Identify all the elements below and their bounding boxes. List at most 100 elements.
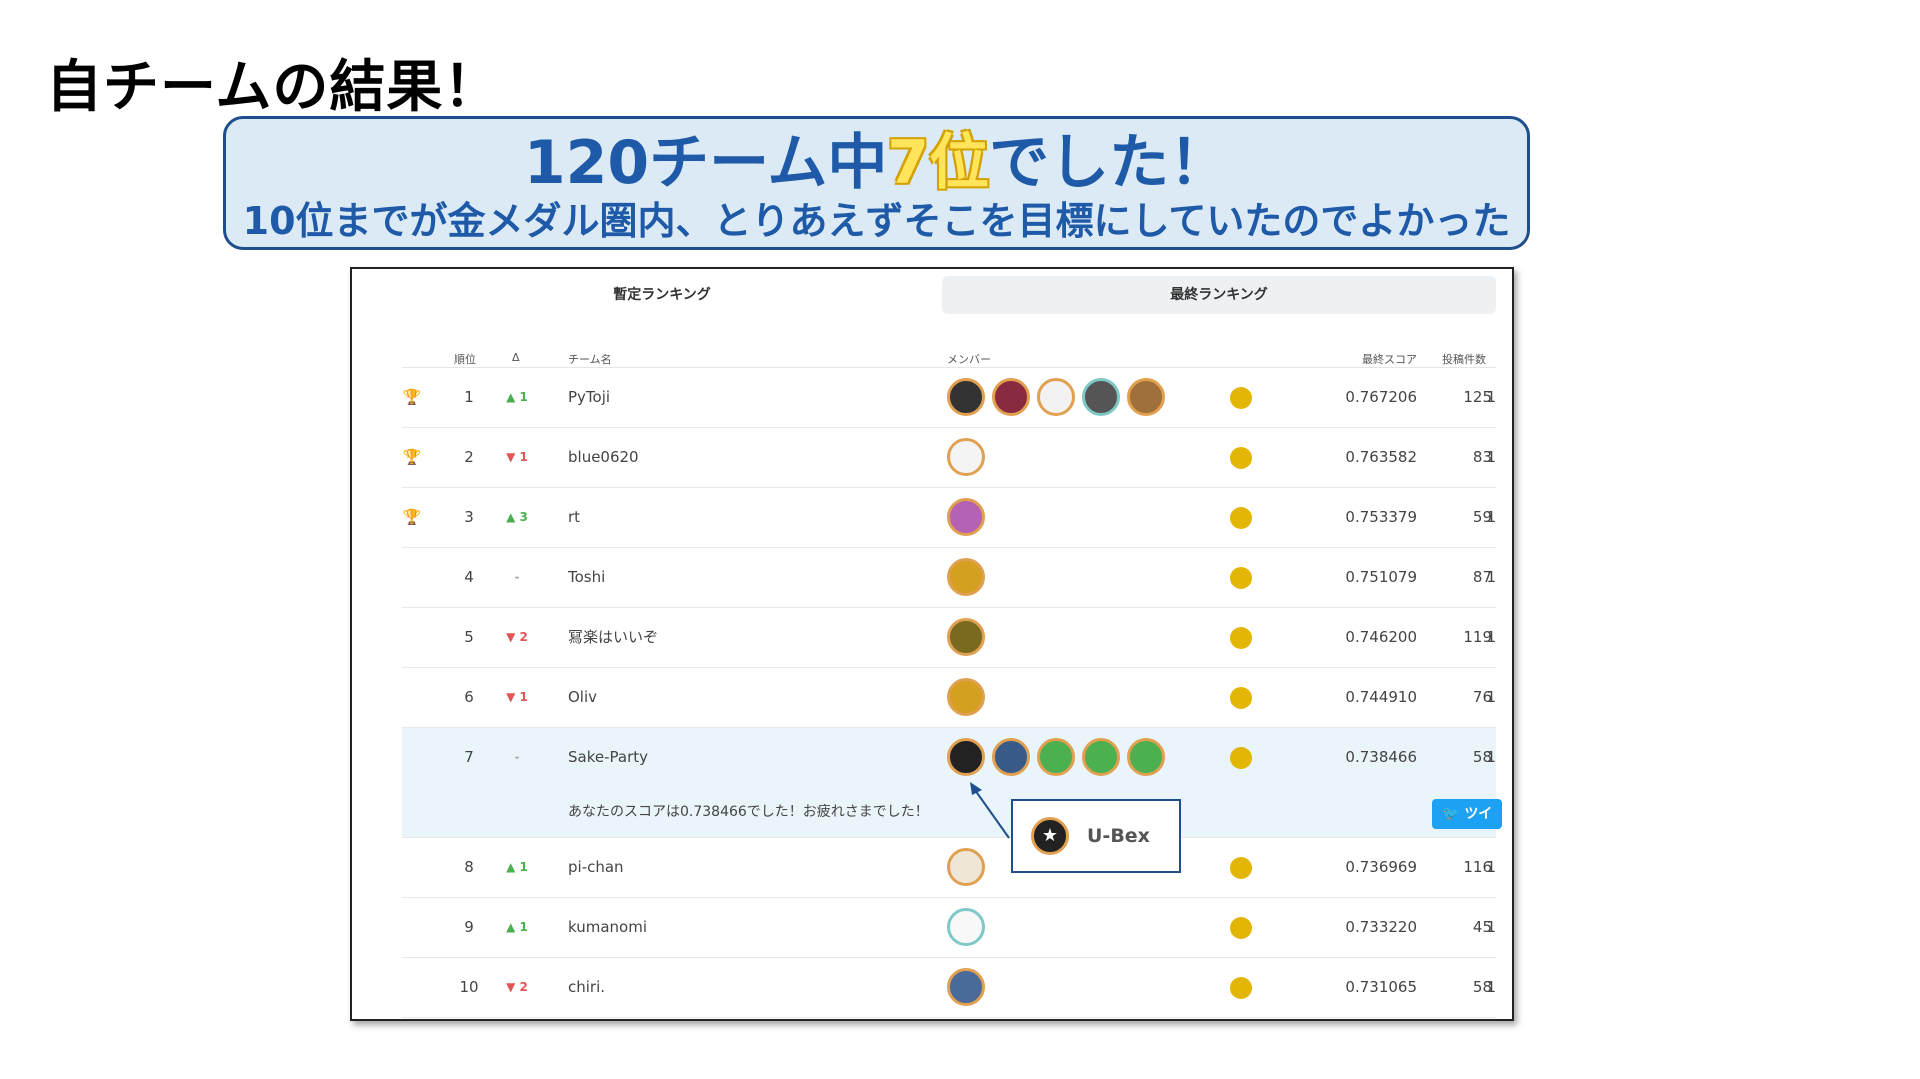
avatar[interactable] — [947, 558, 985, 596]
avatar[interactable] — [947, 618, 985, 656]
avatar[interactable] — [1082, 738, 1120, 776]
member-avatars — [947, 438, 985, 476]
avatar[interactable] — [1037, 378, 1075, 416]
gold-medal-icon — [1230, 917, 1252, 939]
score-cell: 0.763582 — [1345, 448, 1417, 466]
rank-cell: 8 — [464, 858, 474, 876]
gold-medal-icon — [1230, 447, 1252, 469]
member-avatars — [947, 738, 1165, 776]
trophy-icon: 🏆 — [402, 388, 422, 406]
team-name[interactable]: chiri. — [568, 958, 605, 1017]
delta-cell: ▲ 3 — [506, 510, 528, 524]
avatar[interactable] — [1127, 378, 1165, 416]
avatar[interactable] — [947, 908, 985, 946]
extra-cell: 1 — [1486, 568, 1496, 586]
extra-cell: 1 — [1486, 978, 1496, 996]
avatar[interactable] — [947, 848, 985, 886]
team-name[interactable]: Sake-Party — [568, 728, 648, 787]
score-cell: 0.746200 — [1345, 628, 1417, 646]
score-cell: 0.751079 — [1345, 568, 1417, 586]
score-cell: 0.767206 — [1345, 388, 1417, 406]
table-row[interactable]: 10 ▼ 2 chiri. 0.731065 58 1 — [402, 958, 1496, 1018]
avatar[interactable] — [1082, 378, 1120, 416]
member-avatars — [947, 908, 985, 946]
table-row[interactable]: 5 ▼ 2 冩楽はいいぞ 0.746200 119 1 — [402, 608, 1496, 668]
rank-cell: 2 — [464, 448, 474, 466]
banner-headline: 120チーム中7位でした！ — [226, 127, 1527, 199]
twitter-icon: 🐦 — [1442, 806, 1465, 822]
header-members: メンバー — [947, 353, 991, 366]
rank-cell: 6 — [464, 688, 474, 706]
banner-prefix: 120チーム中 — [523, 128, 888, 198]
score-cell: 0.753379 — [1345, 508, 1417, 526]
gold-medal-icon — [1230, 627, 1252, 649]
avatar[interactable] — [992, 738, 1030, 776]
table-header: 順位 Δ チーム名 メンバー 最終スコア 投稿件数 — [402, 349, 1496, 368]
table-row[interactable]: 🏆 3 ▲ 3 rt 0.753379 59 1 — [402, 488, 1496, 548]
avatar[interactable] — [947, 678, 985, 716]
gold-medal-icon — [1230, 567, 1252, 589]
delta-cell: ▲ 1 — [506, 390, 528, 404]
extra-cell: 1 — [1486, 918, 1496, 936]
ranking-tabs: 暫定ランキング 最終ランキング — [402, 276, 1496, 314]
avatar[interactable] — [947, 378, 985, 416]
extra-cell: 1 — [1486, 628, 1496, 646]
team-name[interactable]: Oliv — [568, 668, 597, 727]
team-name[interactable]: rt — [568, 488, 580, 547]
gold-medal-icon — [1230, 387, 1252, 409]
extra-cell: 1 — [1486, 688, 1496, 706]
delta-cell: ▼ 2 — [506, 980, 528, 994]
table-row[interactable]: 7- Sake-Party 0.738466 58 1 — [402, 728, 1496, 787]
result-banner: 120チーム中7位でした！ 10位までが金メダル圏内、とりあえずそこを目標にして… — [223, 116, 1530, 250]
team-name[interactable]: kumanomi — [568, 898, 647, 957]
avatar[interactable] — [947, 438, 985, 476]
trophy-icon: 🏆 — [402, 448, 422, 466]
delta-cell: - — [514, 570, 520, 584]
avatar[interactable] — [1127, 738, 1165, 776]
table-row[interactable]: 9 ▲ 1 kumanomi 0.733220 45 1 — [402, 898, 1496, 958]
header-entries: 投稿件数 — [1442, 353, 1486, 366]
team-name[interactable]: 冩楽はいいぞ — [568, 608, 658, 667]
team-name[interactable]: Toshi — [568, 548, 605, 607]
table-row[interactable]: 🏆 1 ▲ 1 PyToji 0.767206 125 1 — [402, 368, 1496, 428]
gold-medal-icon — [1230, 507, 1252, 529]
team-name[interactable]: pi-chan — [568, 838, 624, 897]
extra-cell: 1 — [1486, 388, 1496, 406]
table-row[interactable]: 8 ▲ 1 pi-chan 0.736969 116 1 — [402, 838, 1496, 898]
avatar[interactable] — [947, 498, 985, 536]
extra-cell: 1 — [1486, 508, 1496, 526]
score-message-row: あなたのスコアは0.738466でした！お疲れさまでした！ 🐦 ツイ — [402, 787, 1502, 838]
rank-cell: 7 — [464, 748, 474, 766]
table-row[interactable]: 4- Toshi 0.751079 87 1 — [402, 548, 1496, 608]
delta-cell: ▼ 2 — [506, 630, 528, 644]
tab-provisional-ranking[interactable]: 暫定ランキング — [402, 276, 922, 314]
delta-cell: ▼ 1 — [506, 690, 528, 704]
delta-cell: ▼ 1 — [506, 450, 528, 464]
banner-suffix: でした！ — [989, 128, 1230, 198]
tweet-button[interactable]: 🐦 ツイ — [1432, 799, 1502, 829]
delta-cell: - — [514, 750, 520, 764]
member-callout: ★ U-Bex — [1011, 799, 1181, 873]
score-cell: 0.733220 — [1345, 918, 1417, 936]
score-cell: 0.736969 — [1345, 858, 1417, 876]
member-avatars — [947, 968, 985, 1006]
avatar[interactable] — [947, 738, 985, 776]
member-avatars — [947, 558, 985, 596]
table-body: 🏆 1 ▲ 1 PyToji 0.767206 125 1 🏆 2 ▼ 1 blue0620 0.76… — [402, 368, 1502, 1018]
banner-rank-highlight: 7位 — [887, 128, 990, 198]
team-name[interactable]: blue0620 — [568, 428, 639, 487]
avatar[interactable] — [992, 378, 1030, 416]
table-row[interactable]: 6 ▼ 1 Oliv 0.744910 76 1 — [402, 668, 1496, 728]
table-row[interactable]: 🏆 2 ▼ 1 blue0620 0.763582 83 1 — [402, 428, 1496, 488]
callout-member-name: U-Bex — [1087, 825, 1150, 847]
trophy-icon: 🏆 — [402, 508, 422, 526]
avatar[interactable] — [947, 968, 985, 1006]
header-delta: Δ — [512, 351, 520, 364]
team-name[interactable]: PyToji — [568, 368, 610, 427]
callout-avatar: ★ — [1031, 817, 1069, 855]
delta-cell: ▲ 1 — [506, 860, 528, 874]
delta-cell: ▲ 1 — [506, 920, 528, 934]
avatar[interactable] — [1037, 738, 1075, 776]
rank-cell: 5 — [464, 628, 474, 646]
tab-final-ranking[interactable]: 最終ランキング — [942, 276, 1496, 314]
